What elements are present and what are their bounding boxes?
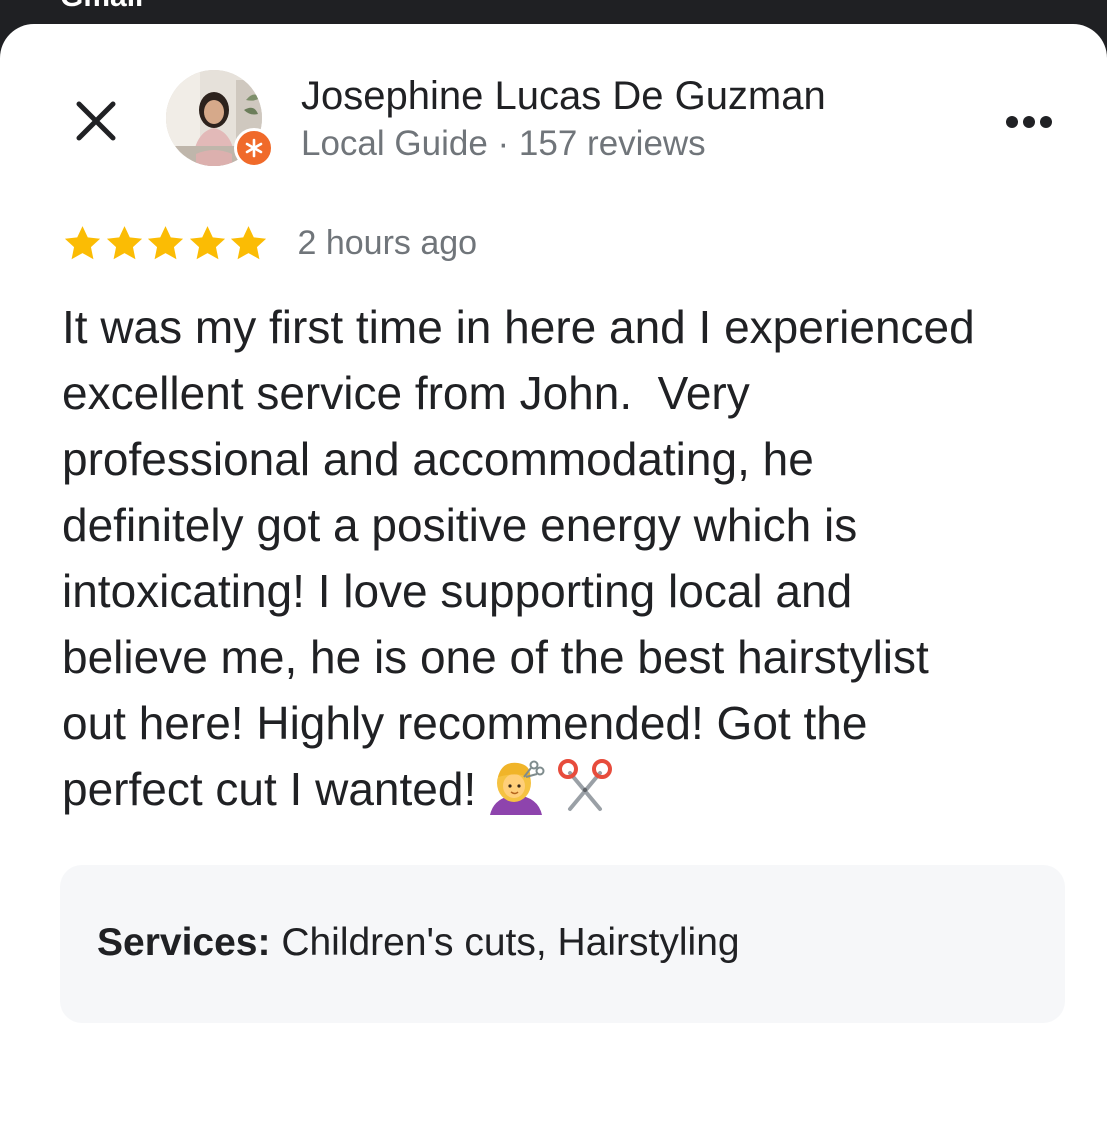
status-bar-app-label: Gmail [60,0,143,14]
local-guide-badge-icon [234,128,274,168]
star-rating [62,223,270,264]
review-line: intoxicating! I love supporting local an… [62,565,853,617]
more-options-icon [1040,116,1052,128]
review-line: out here! Highly recommended! Got the [62,697,868,749]
more-options-button[interactable] [994,100,1064,144]
review-line: definitely got a positive energy which i… [62,499,858,551]
star-icon [106,225,142,259]
author-name[interactable]: Josephine Lucas De Guzman [301,74,826,119]
scissors-emoji [558,759,613,811]
star-icon [147,225,184,259]
review-line: professional and accommodating, he [62,433,814,485]
author-meta[interactable]: Local Guide · 157 reviews [301,124,706,164]
review-line-text: perfect cut I wanted! [62,763,477,815]
star-icon [64,225,101,259]
rating-row: 2 hours ago [62,220,477,266]
author-avatar-wrap[interactable] [166,70,274,170]
services-text: Services: Children's cuts, Hairstyling [97,921,740,965]
review-text: It was my first time in here and I exper… [62,294,1062,822]
star-icon [189,225,225,259]
close-button[interactable] [68,93,124,149]
review-line: excellent service from John. Very [62,367,750,419]
review-line: believe me, he is one of the best hairst… [62,631,929,683]
review-count: 157 reviews [518,124,706,163]
more-options-icon [1006,116,1018,128]
local-guide-label: Local Guide [301,124,488,163]
services-label: Services: [97,921,271,964]
services-box: Services: Children's cuts, Hairstyling [60,865,1065,1023]
close-icon [76,101,116,141]
more-options-icon [1023,116,1035,128]
meta-separator: · [497,124,510,163]
star-icon [230,225,267,259]
review-line-last: perfect cut I wanted! [62,756,1062,822]
review-line: It was my first time in here and I exper… [62,301,975,353]
woman-getting-haircut-emoji [490,760,545,815]
review-time: 2 hours ago [297,223,478,262]
services-value: Children's cuts, Hairstyling [281,921,740,964]
